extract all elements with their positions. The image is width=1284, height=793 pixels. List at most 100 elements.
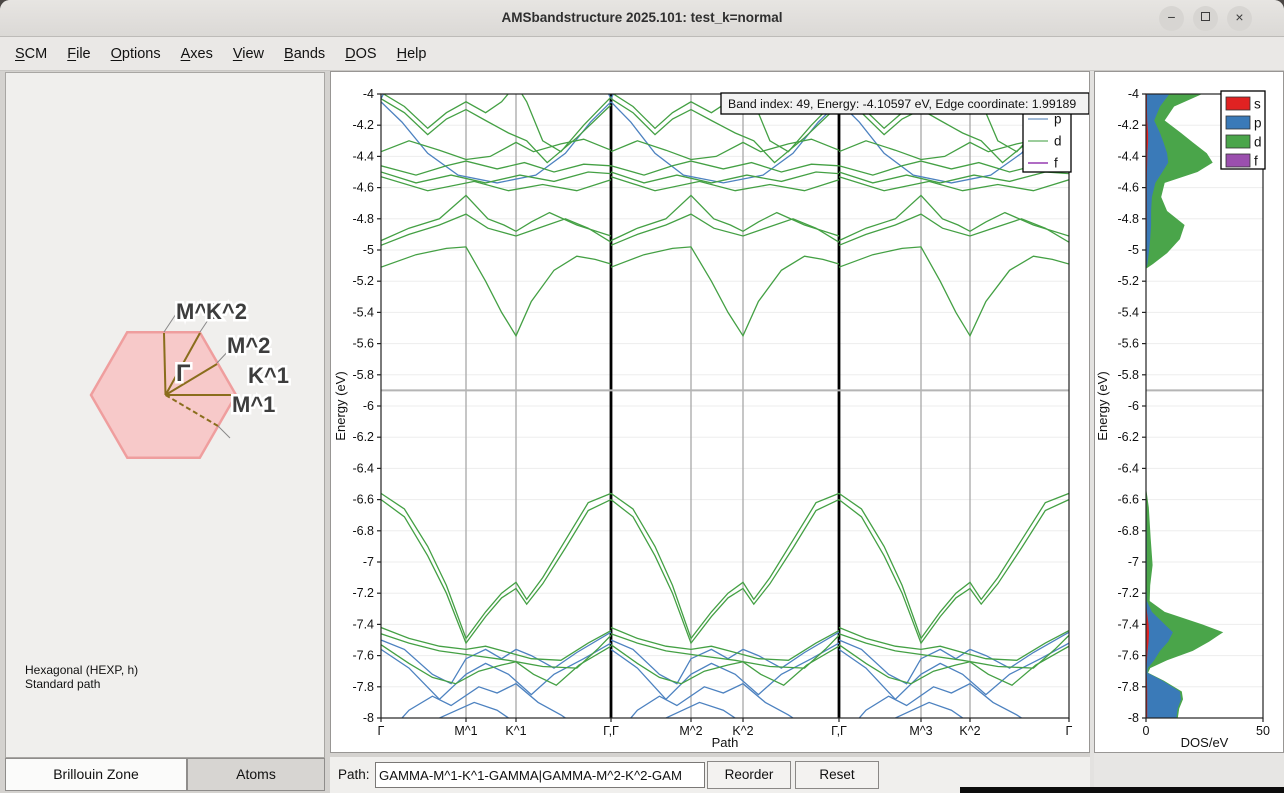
- menu-item-axes[interactable]: Axes: [178, 44, 216, 64]
- band-structure-plot[interactable]: -4-4.2-4.4-4.6-4.8-5-5.2-5.4-5.6-5.8-6-6…: [331, 72, 1089, 752]
- band-ytick-label: -5.4: [352, 305, 374, 319]
- band-ytick-label: -7: [363, 555, 374, 569]
- dos-xaxis-title: DOS/eV: [1181, 735, 1229, 750]
- dos-ytick-label: -7.6: [1117, 649, 1139, 663]
- band-xtick-label: K^2: [959, 724, 980, 738]
- brillouin-zone-panel[interactable]: M^3K^2M^2ΓK^1M^1 Hexagonal (HEXP, h) Sta…: [5, 72, 325, 758]
- band-legend-label: f: [1054, 156, 1058, 171]
- menu-item-dos[interactable]: DOS: [342, 44, 379, 64]
- bz-leader-line: [218, 426, 230, 438]
- band-ytick-label: -4.6: [352, 181, 374, 195]
- band-xtick-label: M^3: [909, 724, 932, 738]
- band-ytick-label: -8: [363, 711, 374, 725]
- menu-item-scm[interactable]: SCM: [12, 44, 50, 64]
- band-ytick-label: -6.6: [352, 493, 374, 507]
- menu-item-view[interactable]: View: [230, 44, 267, 64]
- app-window: AMSbandstructure 2025.101: test_k=normal…: [0, 0, 1284, 793]
- menu-item-file[interactable]: File: [64, 44, 93, 64]
- menu-item-options[interactable]: Options: [108, 44, 164, 64]
- band-ytick-label: -7.4: [352, 617, 374, 631]
- tab-brillouin-zone[interactable]: Brillouin Zone: [5, 758, 187, 791]
- minimize-button[interactable]: −: [1159, 6, 1184, 31]
- dos-ytick-label: -6.4: [1117, 461, 1139, 475]
- bz-kpoint-label: K^1: [248, 363, 289, 388]
- title-bar: AMSbandstructure 2025.101: test_k=normal…: [0, 0, 1284, 37]
- reset-button[interactable]: Reset: [795, 761, 879, 789]
- dos-yaxis-title: Energy (eV): [1095, 371, 1110, 440]
- band-ytick-label: -4: [363, 87, 374, 101]
- dos-ytick-label: -5.6: [1117, 337, 1139, 351]
- band-ytick-label: -5: [363, 243, 374, 257]
- dos-legend-label: s: [1254, 97, 1261, 112]
- window-title: AMSbandstructure 2025.101: test_k=normal: [0, 10, 1284, 25]
- menu-item-bands[interactable]: Bands: [281, 44, 328, 64]
- dos-legend-label: d: [1254, 135, 1262, 150]
- band-ytick-label: -6.8: [352, 524, 374, 538]
- band-xtick-label: M^2: [679, 724, 702, 738]
- dos-legend-label: p: [1254, 116, 1262, 131]
- tab-atoms[interactable]: Atoms: [187, 758, 325, 791]
- dos-ytick-label: -5.2: [1117, 274, 1139, 288]
- band-xtick-label: K^1: [505, 724, 526, 738]
- dos-ytick-label: -5.8: [1117, 368, 1139, 382]
- bz-kpoint-label: Γ: [176, 360, 191, 387]
- dos-plot[interactable]: -4-4.2-4.4-4.6-4.8-5-5.2-5.4-5.6-5.8-6-6…: [1095, 72, 1283, 752]
- band-ytick-label: -7.8: [352, 680, 374, 694]
- dos-ytick-label: -6.2: [1117, 430, 1139, 444]
- path-input[interactable]: [375, 762, 705, 788]
- dos-ytick-label: -4.8: [1117, 212, 1139, 226]
- maximize-button[interactable]: [1193, 6, 1218, 31]
- path-label: Path:: [338, 767, 370, 782]
- band-ytick-label: -7.6: [352, 649, 374, 663]
- band-ytick-label: -4.2: [352, 118, 374, 132]
- dos-panel-footer: [1094, 753, 1284, 787]
- band-yaxis-title: Energy (eV): [333, 371, 348, 440]
- band-ytick-label: -4.8: [352, 212, 374, 226]
- dos-ytick-label: -8: [1128, 711, 1139, 725]
- band-xaxis-title: Path: [712, 735, 739, 750]
- dos-ytick-label: -7.4: [1117, 617, 1139, 631]
- bz-kpoint-label: M^2: [227, 333, 270, 358]
- band-ytick-label: -4.4: [352, 149, 374, 163]
- band-xtick-label: Γ,Γ: [603, 724, 619, 738]
- band-ytick-label: -7.2: [352, 586, 374, 600]
- band-xtick-label: Γ: [1066, 724, 1073, 738]
- dos-xtick-label: 0: [1143, 724, 1150, 738]
- band-ytick-label: -5.8: [352, 368, 374, 382]
- menu-item-help[interactable]: Help: [394, 44, 430, 64]
- menu-bar: SCM File Options Axes View Bands DOS Help: [0, 37, 1284, 71]
- band-xtick-label: Γ: [378, 724, 385, 738]
- dos-ytick-label: -7: [1128, 555, 1139, 569]
- band-xtick-label: M^1: [454, 724, 477, 738]
- dos-ytick-label: -6.8: [1117, 524, 1139, 538]
- dos-ytick-label: -4.6: [1117, 181, 1139, 195]
- window-bottom-edge: [960, 787, 1284, 793]
- dos-ytick-label: -7.8: [1117, 680, 1139, 694]
- dos-ytick-label: -7.2: [1117, 586, 1139, 600]
- dos-ytick-label: -4.4: [1117, 149, 1139, 163]
- minimize-icon: −: [1167, 9, 1175, 25]
- band-ytick-label: -6.2: [352, 430, 374, 444]
- band-ytick-label: -5.6: [352, 337, 374, 351]
- dos-ytick-label: -5: [1128, 243, 1139, 257]
- maximize-icon: [1201, 12, 1210, 21]
- band-ytick-label: -6.4: [352, 461, 374, 475]
- dos-legend-label: f: [1254, 154, 1258, 169]
- dos-ytick-label: -4.2: [1117, 118, 1139, 132]
- dos-ytick-label: -5.4: [1117, 305, 1139, 319]
- band-legend-label: d: [1054, 134, 1062, 149]
- close-button[interactable]: ×: [1227, 6, 1252, 31]
- band-structure-panel: -4-4.2-4.4-4.6-4.8-5-5.2-5.4-5.6-5.8-6-6…: [330, 71, 1090, 753]
- reorder-button[interactable]: Reorder: [707, 761, 791, 789]
- band-xtick-label: Γ,Γ: [831, 724, 847, 738]
- bz-kpoint-label: M^1: [232, 392, 275, 417]
- band-tooltip-text: Band index: 49, Energy: -4.10597 eV, Edg…: [728, 97, 1076, 111]
- path-type-text: Standard path: [25, 677, 138, 691]
- dos-ytick-label: -4: [1128, 87, 1139, 101]
- lattice-type-text: Hexagonal (HEXP, h): [25, 663, 138, 677]
- bz-kpoint-label: K^2: [206, 299, 247, 324]
- lattice-caption: Hexagonal (HEXP, h) Standard path: [25, 663, 138, 691]
- band-ytick-label: -5.2: [352, 274, 374, 288]
- close-icon: ×: [1235, 9, 1243, 25]
- dos-ytick-label: -6.6: [1117, 493, 1139, 507]
